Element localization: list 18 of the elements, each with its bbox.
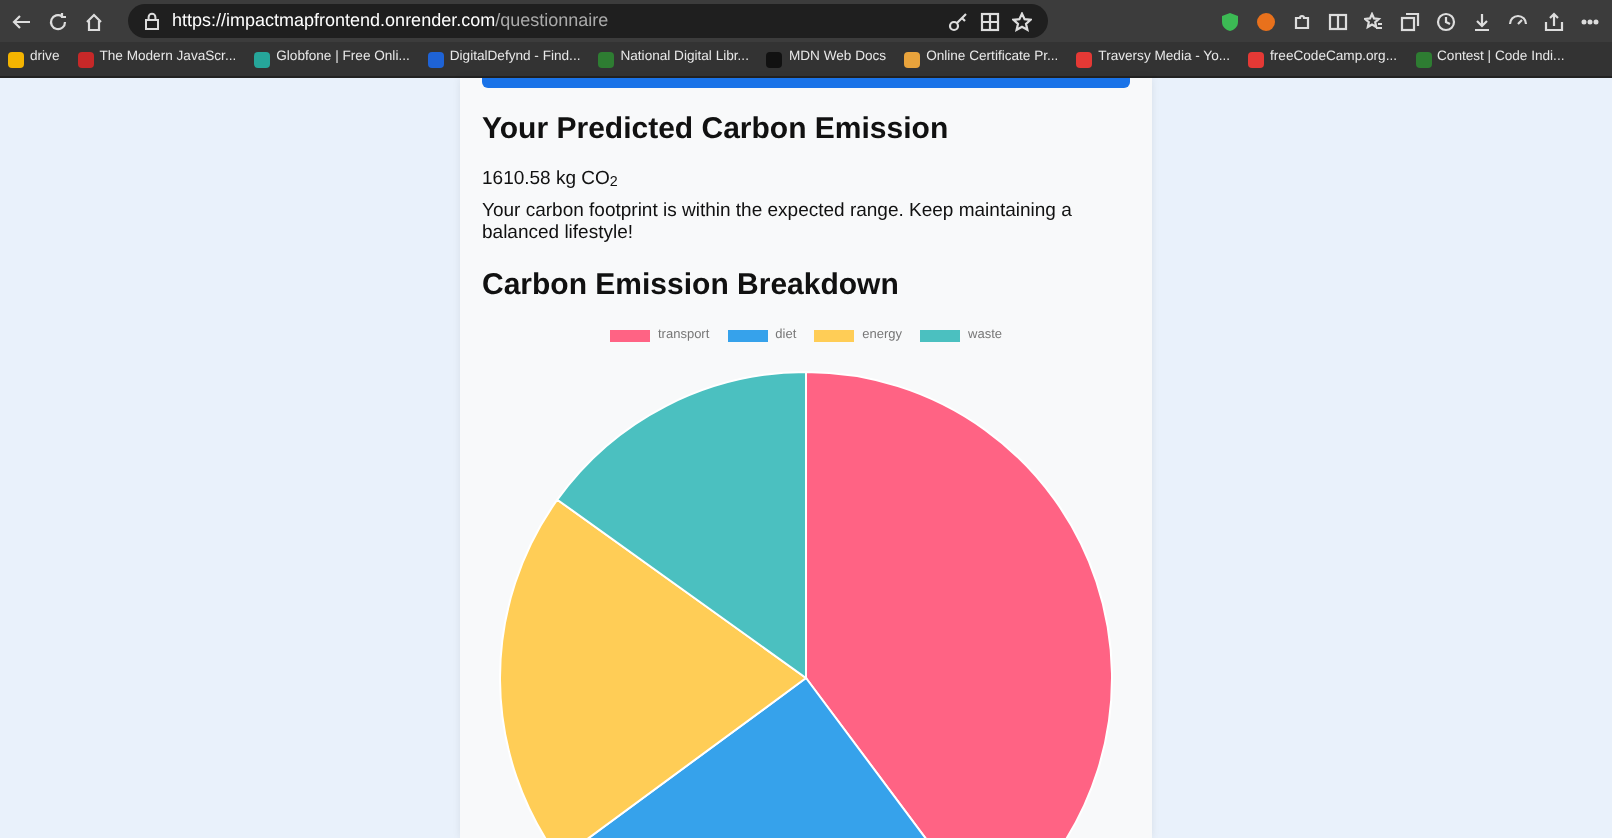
back-icon[interactable] bbox=[12, 11, 32, 31]
history-icon[interactable] bbox=[1436, 11, 1456, 31]
home-icon[interactable] bbox=[84, 11, 104, 31]
grid-icon[interactable] bbox=[980, 11, 1000, 31]
result-message: Your carbon footprint is within the expected range. Keep maintaining a balanced lifestyle! bbox=[482, 202, 1074, 247]
breakdown-heading: Carbon Emission Breakdown bbox=[482, 266, 901, 307]
lock-icon[interactable] bbox=[144, 12, 160, 30]
result-heading: Your Predicted Carbon Emission bbox=[482, 110, 951, 150]
split-icon[interactable] bbox=[1328, 11, 1348, 31]
collections-icon[interactable] bbox=[1400, 11, 1420, 31]
star-icon[interactable] bbox=[1012, 11, 1032, 31]
favorites-icon[interactable] bbox=[1364, 11, 1384, 31]
share-icon[interactable] bbox=[1544, 11, 1564, 31]
shield-icon[interactable] bbox=[1220, 11, 1240, 31]
key-icon[interactable] bbox=[948, 11, 968, 31]
emission-amount: 1610.58 kg CO$_{2}$ bbox=[482, 169, 620, 191]
download-icon[interactable] bbox=[1472, 11, 1492, 31]
refresh-icon[interactable] bbox=[48, 11, 68, 31]
